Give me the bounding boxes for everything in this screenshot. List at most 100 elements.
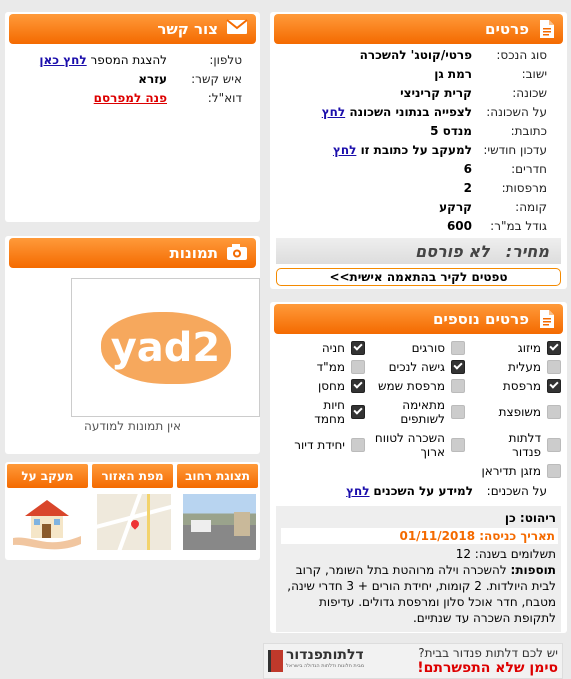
feature-item[interactable]: מרפסת: [465, 376, 561, 395]
phone-text: להצגת המספר: [90, 52, 167, 67]
no-images-text: אין תמונות למודעה: [83, 419, 181, 433]
yad2-logo: yad2: [100, 311, 231, 384]
price-value: לא פורסם: [415, 241, 490, 261]
street-view-thumbnail[interactable]: [182, 494, 256, 550]
photos-title: תמונות: [169, 244, 218, 262]
ad-line2: סימן שלא התפשרתם!: [417, 660, 558, 676]
contact-table: טלפון: להצגת המספר לחץ כאן איש קשר: עזרא ד…: [5, 50, 260, 107]
feature-item[interactable]: מחסן: [275, 376, 365, 395]
feature-item[interactable]: מעלית: [465, 357, 561, 376]
price-bar: מחיר: לא פורסם: [276, 238, 561, 264]
map-panel: תצוגת רחוב מפת האזור מעקב על הנכס: [5, 462, 260, 560]
street-view-button[interactable]: תצוגת רחוב: [177, 464, 258, 488]
checkbox[interactable]: [351, 378, 365, 393]
feature-item[interactable]: מיזוג: [465, 338, 561, 357]
document-icon: [537, 19, 555, 39]
email-label: דוא"ל:: [207, 90, 242, 105]
show-phone-link[interactable]: לחץ כאן: [39, 53, 86, 67]
track-property-button[interactable]: מעקב על הנכס: [7, 464, 88, 488]
map-buttons: תצוגת רחוב מפת האזור מעקב על הנכס: [7, 464, 258, 488]
features-grid: מיזוג סורגים חניה מעלית גישה לנכים ממ"ד …: [270, 338, 567, 480]
neighbors-row: על השכנים: למידע על השכנים לחץ: [270, 484, 567, 498]
additions: תוספות: להשכרה וילה מרוהטת בתל השומר, קר…: [287, 563, 556, 625]
checkbox[interactable]: [351, 340, 365, 355]
photos-header: תמונות: [9, 238, 256, 268]
camera-icon: [226, 243, 248, 263]
detail-row: גודל במ"ר: 600: [446, 218, 547, 233]
envelope-icon: [226, 19, 248, 39]
person-value: עזרא: [138, 71, 167, 86]
checkbox[interactable]: [351, 404, 365, 419]
contact-panel: צור קשר טלפון: להצגת המספר לחץ כאן איש קש…: [5, 12, 260, 222]
details-panel: פרטים סוג הנכס: פרטי/קוטג' להשכרה ישוב: רמ…: [270, 12, 567, 289]
detail-row: סוג הנכס: פרטי/קוטג' להשכרה: [359, 47, 547, 62]
features-panel: פרטים נוספים מיזוג סורגים חניה מעלית גיש…: [270, 302, 567, 633]
detail-row: חדרים: 6: [463, 161, 547, 176]
contact-header: צור קשר: [9, 14, 256, 44]
ad-brand: דלתותפנדור: [286, 647, 364, 663]
details-table: סוג הנכס: פרטי/קוטג' להשכרה ישוב: רמת גן ש…: [270, 45, 567, 235]
house-in-hands-icon[interactable]: [9, 494, 85, 550]
feature-item[interactable]: דלתות פנדור: [465, 428, 561, 461]
payments-text: תשלומים בשנה: 12: [455, 547, 556, 561]
checkbox[interactable]: [451, 359, 465, 374]
checkbox[interactable]: [547, 463, 561, 478]
ad-line1: יש לכם דלתות פנדור בבית?: [418, 646, 558, 660]
feature-item[interactable]: גישה לנכים: [365, 357, 465, 376]
feature-item[interactable]: חיות מחמד: [275, 395, 365, 428]
checkbox[interactable]: [351, 359, 365, 374]
entry-date: תאריך כניסה: 01/11/2018: [281, 528, 558, 544]
phone-label: טלפון:: [209, 52, 242, 67]
area-map-thumbnail[interactable]: [97, 494, 171, 550]
checkbox[interactable]: [547, 437, 561, 452]
neighbors-label: על השכנים:: [486, 484, 547, 498]
document-icon: [537, 309, 555, 329]
checkbox[interactable]: [351, 437, 365, 452]
details-title: פרטים: [485, 20, 529, 38]
photo-placeholder[interactable]: yad2: [71, 278, 260, 417]
details-header: פרטים: [274, 14, 563, 44]
checkbox[interactable]: [547, 378, 561, 393]
checkbox[interactable]: [547, 404, 561, 419]
detail-row: ישוב: רמת גן: [434, 66, 547, 81]
checkbox[interactable]: [547, 359, 561, 374]
feature-item[interactable]: חניה: [275, 338, 365, 357]
photos-panel: תמונות yad2 אין תמונות למודעה: [5, 236, 260, 454]
price-label: מחיר:: [505, 241, 549, 261]
detail-row: על השכונה: לצפייה בנתוני השכונה לחץ: [321, 104, 547, 119]
feature-item[interactable]: יחידת דיור: [275, 428, 365, 461]
contact-title: צור קשר: [157, 20, 218, 38]
neighbors-link[interactable]: לחץ: [346, 484, 369, 498]
features-title: פרטים נוספים: [432, 310, 529, 328]
wallpaper-ad-link[interactable]: טפטים לקיר בהתאמה אישית>>: [276, 268, 561, 286]
contact-advertiser-link[interactable]: פנה למפרסם: [94, 91, 167, 105]
feature-item[interactable]: השכרה לטווח ארוך: [365, 428, 465, 461]
checkbox[interactable]: [547, 340, 561, 355]
monthly-update-link[interactable]: לחץ: [333, 143, 356, 157]
neighbors-text: למידע על השכנים: [373, 484, 473, 498]
furniture-text: ריהוט: כן: [504, 511, 556, 525]
detail-row: שכונה: קרית קריניצי: [400, 85, 547, 100]
detail-row: כתובת: מנדס 5: [430, 123, 547, 138]
feature-item[interactable]: ממ"ד: [275, 357, 365, 376]
detail-row: עדכון חודשי: למעקב על כתובת זו לחץ: [332, 142, 547, 157]
detail-row: מרפסות: 2: [463, 180, 547, 195]
pandor-ad-banner[interactable]: יש לכם דלתות פנדור בבית? סימן שלא התפשרת…: [263, 643, 563, 679]
features-header: פרטים נוספים: [274, 304, 563, 334]
checkbox[interactable]: [451, 404, 465, 419]
notes-box: ריהוט: כן תאריך כניסה: 01/11/2018 תשלומי…: [276, 506, 561, 632]
feature-item[interactable]: מרפסת שמש: [365, 376, 465, 395]
person-label: איש קשר:: [191, 71, 242, 86]
feature-item[interactable]: סורגים: [365, 338, 465, 357]
feature-item[interactable]: מתאימה לשותפים: [365, 395, 465, 428]
feature-item[interactable]: מזגן תדיראן: [275, 461, 561, 480]
checkbox[interactable]: [451, 437, 465, 452]
detail-row: קומה: קרקע: [439, 199, 547, 214]
area-map-button[interactable]: מפת האזור: [92, 464, 173, 488]
checkbox[interactable]: [451, 340, 465, 355]
ad-brand-sub: מבית חלונות ודלתות הגדולה בישראל: [286, 663, 365, 669]
feature-item[interactable]: משופצת: [465, 395, 561, 428]
checkbox[interactable]: [451, 378, 465, 393]
pandor-logo-icon: [268, 650, 283, 672]
neighborhood-link[interactable]: לחץ: [322, 105, 345, 119]
